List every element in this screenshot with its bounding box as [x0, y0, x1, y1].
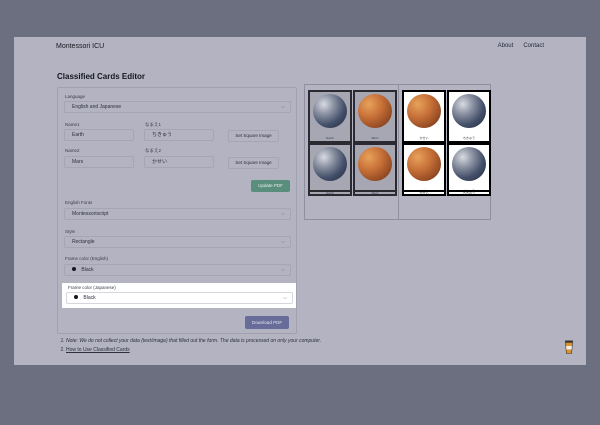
nav-about-link[interactable]: About	[498, 43, 514, 49]
howto-link[interactable]: How to Use Classified Cards	[66, 346, 327, 355]
card-caption: ちきゅう	[462, 136, 475, 140]
notes-list: Note: We do not collect your data (text/…	[57, 337, 327, 355]
kana1-input[interactable]: ちきゅう	[144, 129, 214, 141]
preview-card-earth: Earth	[308, 143, 352, 196]
earth-image	[313, 94, 347, 128]
preview-divider	[398, 85, 399, 219]
kana2-label: なまえ2	[145, 148, 162, 153]
name1-input[interactable]: Earth	[64, 129, 134, 141]
name1-label: Name1	[65, 122, 80, 127]
earth-image	[452, 147, 486, 181]
chevron-down-icon: ⌵	[283, 295, 287, 301]
site-logo[interactable]: Montessori ICU	[56, 43, 104, 50]
language-value: English and Japanese	[72, 104, 122, 110]
frame-ja-label: Frame color (Japanese)	[68, 285, 116, 290]
nav-contact-link[interactable]: Contact	[523, 43, 544, 49]
earth-image	[313, 147, 347, 181]
earth-image	[452, 94, 486, 128]
language-label: Language	[65, 94, 86, 99]
preview-label-strip: Mars	[353, 190, 397, 196]
color-dot-icon	[74, 294, 78, 299]
frame-ja-panel: Frame color (Japanese) Black ⌵	[62, 283, 296, 308]
set-square-image2-button[interactable]: Set Square Image	[228, 157, 279, 169]
pdf-preview: Earth Mars Earth Mars Earth Mars かせい ちきゅ…	[304, 84, 491, 220]
frame-en-select[interactable]: Black ⌵	[64, 264, 291, 276]
download-pdf-button[interactable]: Download PDF	[245, 316, 289, 329]
note-privacy: Note: We do not collect your data (text/…	[66, 337, 327, 346]
style-value: Rectangle	[72, 239, 95, 245]
chevron-down-icon: ⌵	[281, 211, 285, 217]
name2-label: Name2	[65, 148, 80, 153]
page-panel: Montessori ICU About Contact Classified …	[14, 37, 586, 365]
preview-card-earth: ちきゅう	[447, 90, 491, 143]
card-caption: かせい	[419, 136, 429, 140]
frame-ja-select[interactable]: Black ⌵	[66, 292, 293, 304]
preview-card-mars: かせい	[402, 90, 446, 143]
english-fonts-label: English Fonts	[65, 200, 93, 205]
page-title: Classified Cards Editor	[57, 72, 146, 81]
kana1-label: なまえ1	[145, 122, 162, 127]
mars-image	[358, 94, 392, 128]
language-select[interactable]: English and Japanese ⌵	[64, 101, 291, 113]
chevron-down-icon: ⌵	[281, 104, 285, 110]
mars-image	[407, 147, 441, 181]
style-label: Style	[65, 229, 76, 234]
frame-en-value: Black	[81, 267, 94, 273]
preview-label-strip: かせい	[402, 190, 446, 196]
preview-card-earth: ちきゅう	[447, 143, 491, 196]
frame-ja-value: Black	[83, 295, 96, 301]
preview-card-mars: かせい	[402, 143, 446, 196]
frame-en-label: Frame color (English)	[65, 256, 109, 261]
style-select[interactable]: Rectangle ⌵	[64, 236, 291, 248]
preview-label-strip: ちきゅう	[447, 190, 491, 196]
chevron-down-icon: ⌵	[281, 267, 285, 273]
preview-card-mars: Mars	[353, 90, 397, 143]
preview-card-earth: Earth	[308, 90, 352, 143]
update-pdf-button[interactable]: Update PDF	[251, 180, 290, 192]
preview-label-strip: Earth	[308, 190, 352, 196]
kana2-input[interactable]: かせい	[144, 156, 214, 168]
name2-input[interactable]: Mars	[64, 156, 134, 168]
english-fonts-select[interactable]: Montessoriscript ⌵	[64, 208, 291, 220]
coffee-cup-icon[interactable]	[564, 340, 574, 354]
card-caption: Mars	[371, 136, 379, 140]
preview-card-mars: Mars	[353, 143, 397, 196]
mars-image	[407, 94, 441, 128]
nav-links: About Contact	[498, 43, 544, 49]
set-square-image1-button[interactable]: Set Square Image	[228, 130, 279, 142]
chevron-down-icon: ⌵	[281, 239, 285, 245]
color-dot-icon	[72, 266, 76, 271]
english-fonts-value: Montessoriscript	[72, 211, 109, 217]
card-caption: Earth	[326, 136, 334, 140]
mars-image	[358, 147, 392, 181]
